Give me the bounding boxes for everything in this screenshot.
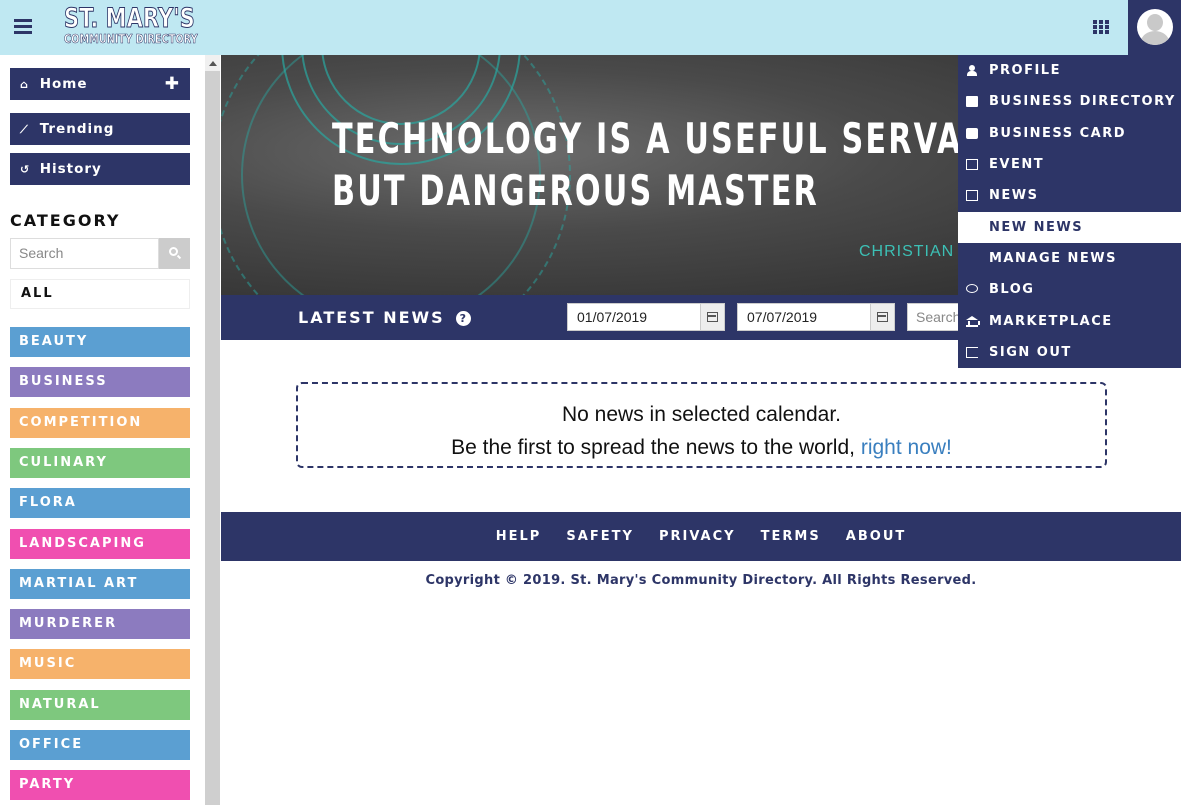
- sidebar-item-label: History: [39, 161, 102, 177]
- sidebar-item-label: Trending: [39, 121, 115, 137]
- category-party[interactable]: PARTY: [10, 770, 190, 800]
- logo-subtitle: COMMUNITY DIRECTORY: [64, 31, 198, 46]
- sidebar-item-home[interactable]: ⌂ Home ✚: [10, 68, 190, 100]
- menu-item-sign-out[interactable]: SIGN OUT: [958, 337, 1181, 368]
- footer-link-privacy[interactable]: PRIVACY: [659, 512, 736, 561]
- category-search-button[interactable]: [159, 238, 190, 269]
- category-office[interactable]: OFFICE: [10, 730, 190, 760]
- user-icon: [966, 65, 978, 76]
- menu-item-blog[interactable]: BLOG: [958, 274, 1181, 305]
- briefcase-icon: [966, 128, 978, 139]
- folder-icon: [966, 96, 978, 107]
- menu-item-business-card[interactable]: BUSINESS CARD: [958, 118, 1181, 149]
- sidebar-item-trending[interactable]: ⟋ Trending: [10, 113, 190, 145]
- empty-message-line: No news in selected calendar.: [562, 403, 841, 426]
- category-beauty[interactable]: BEAUTY: [10, 327, 190, 357]
- user-menu-button[interactable]: [1128, 0, 1181, 55]
- menu-icon[interactable]: [14, 19, 32, 35]
- latest-news-label: LATEST NEWS: [298, 308, 445, 327]
- copyright-text: Copyright © 2019. St. Mary's Community D…: [425, 573, 977, 588]
- plus-icon[interactable]: ✚: [165, 68, 180, 100]
- calendar-icon: [966, 159, 978, 170]
- menu-item-label: MANAGE NEWS: [989, 251, 1117, 266]
- menu-item-label: NEW NEWS: [989, 220, 1084, 235]
- sidebar-item-label: Home: [39, 76, 88, 92]
- menu-item-new-news[interactable]: NEW NEWS: [958, 212, 1181, 243]
- category-culinary[interactable]: CULINARY: [10, 448, 190, 478]
- quote-line: TECHNOLOGY IS A USEFUL SERVANT: [332, 114, 1013, 163]
- scroll-up-icon[interactable]: [205, 55, 220, 71]
- site-logo[interactable]: ST. MARY'S COMMUNITY DIRECTORY: [64, 5, 235, 46]
- menu-item-label: BUSINESS CARD: [989, 126, 1126, 141]
- grid-icon[interactable]: [1093, 20, 1109, 34]
- create-news-link[interactable]: right now!: [861, 436, 952, 459]
- category-all[interactable]: ALL: [10, 279, 190, 309]
- empty-message-line: Be the first to spread the news to the w…: [298, 431, 1105, 464]
- category-business[interactable]: BUSINESS: [10, 367, 190, 397]
- date-from-value: 01/07/2019: [577, 309, 648, 325]
- category-competition[interactable]: COMPETITION: [10, 408, 190, 438]
- date-to-value: 07/07/2019: [747, 309, 818, 325]
- avatar: [1137, 9, 1173, 45]
- newspaper-icon: [966, 190, 978, 201]
- quote-author: CHRISTIAN: [859, 243, 955, 260]
- menu-item-profile[interactable]: PROFILE: [958, 55, 1181, 86]
- sign-out-icon: [966, 347, 978, 358]
- calendar-icon[interactable]: [700, 304, 724, 330]
- category-martial-art[interactable]: MARTIAL ART: [10, 569, 190, 599]
- category-search-input[interactable]: Search: [10, 238, 159, 269]
- menu-item-label: BUSINESS DIRECTORY: [989, 94, 1176, 109]
- menu-item-event[interactable]: EVENT: [958, 149, 1181, 180]
- menu-item-news[interactable]: NEWS: [958, 180, 1181, 211]
- empty-news-message: No news in selected calendar. Be the fir…: [296, 382, 1107, 468]
- calendar-icon[interactable]: [870, 304, 894, 330]
- home-icon: ⌂: [20, 78, 29, 91]
- comments-icon: [966, 284, 978, 293]
- chart-line-icon: ⟋: [20, 123, 29, 136]
- menu-item-label: NEWS: [989, 188, 1039, 203]
- menu-item-label: PROFILE: [989, 63, 1061, 78]
- footer-link-about[interactable]: ABOUT: [846, 512, 906, 561]
- history-icon: ↺: [20, 163, 31, 176]
- date-to-field[interactable]: 07/07/2019: [737, 303, 895, 331]
- logo-title: ST. MARY'S: [64, 3, 196, 34]
- footer-link-terms[interactable]: TERMS: [761, 512, 821, 561]
- category-landscaping[interactable]: LANDSCAPING: [10, 529, 190, 559]
- category-music[interactable]: MUSIC: [10, 649, 190, 679]
- menu-item-business-directory[interactable]: BUSINESS DIRECTORY: [958, 86, 1181, 117]
- top-bar: ST. MARY'S COMMUNITY DIRECTORY: [0, 0, 1181, 55]
- quote-line: BUT DANGEROUS MASTER: [332, 166, 819, 215]
- menu-item-label: BLOG: [989, 282, 1035, 297]
- user-dropdown-menu: PROFILE BUSINESS DIRECTORY BUSINESS CARD…: [958, 55, 1181, 368]
- footer-nav: HELP SAFETY PRIVACY TERMS ABOUT: [221, 512, 1181, 561]
- latest-news-title: LATEST NEWS ?: [298, 308, 472, 327]
- footer-link-help[interactable]: HELP: [496, 512, 542, 561]
- sidebar-item-history[interactable]: ↺ History: [10, 153, 190, 185]
- date-from-field[interactable]: 01/07/2019: [567, 303, 725, 331]
- category-natural-disaster[interactable]: NATURAL DISASTER: [10, 690, 190, 742]
- bank-icon: [966, 316, 980, 327]
- sidebar: ⌂ Home ✚ ⟋ Trending ↺ History CATEGORY S…: [0, 55, 205, 805]
- menu-item-label: SIGN OUT: [989, 345, 1072, 360]
- category-flora[interactable]: FLORA: [10, 488, 190, 518]
- menu-item-manage-news[interactable]: MANAGE NEWS: [958, 243, 1181, 274]
- sidebar-scrollbar[interactable]: [205, 55, 220, 805]
- menu-item-label: MARKETPLACE: [989, 314, 1113, 329]
- footer-link-safety[interactable]: SAFETY: [566, 512, 633, 561]
- empty-message-text: Be the first to spread the news to the w…: [451, 436, 855, 459]
- menu-item-label: EVENT: [989, 157, 1045, 172]
- category-murderer[interactable]: MURDERER: [10, 609, 190, 639]
- help-icon[interactable]: ?: [456, 311, 472, 326]
- category-heading: CATEGORY: [10, 211, 121, 230]
- menu-item-marketplace[interactable]: MARKETPLACE: [958, 306, 1181, 337]
- hero-quote: TECHNOLOGY IS A USEFUL SERVANT BUT DANGE…: [332, 113, 1013, 217]
